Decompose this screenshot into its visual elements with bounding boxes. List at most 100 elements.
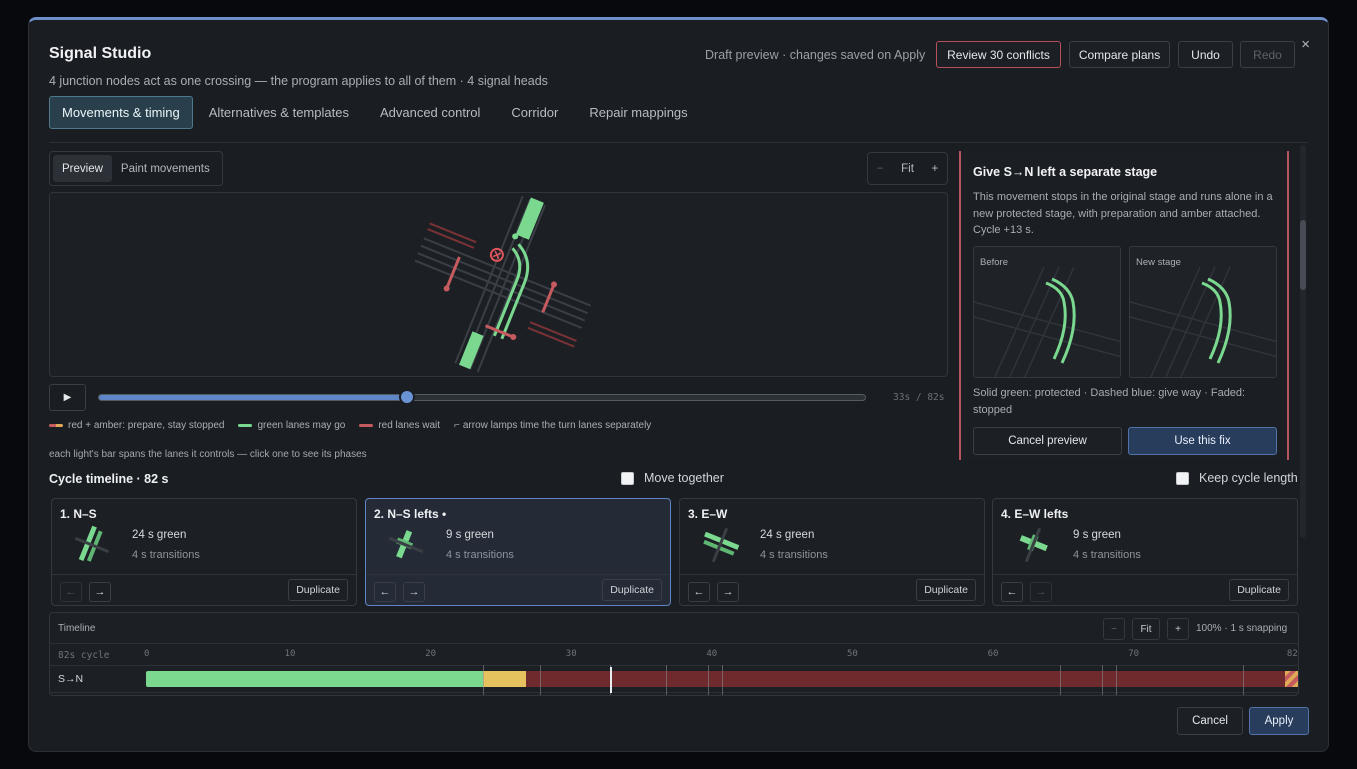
zoom-in-button[interactable]: + bbox=[931, 163, 938, 175]
paint-movements-button[interactable]: Paint movements bbox=[112, 155, 219, 182]
dialog-subtitle: 4 junction nodes act as one crossing — t… bbox=[49, 74, 548, 88]
tab-repair-mappings[interactable]: Repair mappings bbox=[574, 96, 702, 129]
tab-alternatives-templates[interactable]: Alternatives & templates bbox=[194, 96, 364, 129]
tab-bar: Movements & timing Alternatives & templa… bbox=[49, 96, 704, 129]
playback-time-readout: 33s / 82s bbox=[893, 392, 945, 403]
timeline-segment-red[interactable] bbox=[525, 671, 1285, 687]
before-label: Before bbox=[980, 257, 1008, 268]
signal-head-south[interactable] bbox=[459, 331, 484, 370]
canvas-hint: each light's bar spans the lanes it cont… bbox=[49, 449, 367, 460]
duplicate-button[interactable]: Duplicate bbox=[1229, 579, 1289, 601]
legend-item-red: red lanes wait bbox=[359, 420, 440, 431]
fix-legend-note: Solid green: protected · Dashed blue: gi… bbox=[973, 387, 1246, 416]
timeline-playhead[interactable] bbox=[609, 667, 612, 693]
divider bbox=[49, 142, 1308, 143]
move-right-button[interactable]: → bbox=[1030, 582, 1052, 602]
fix-title: Give S→N left a separate stage bbox=[973, 165, 1158, 179]
review-conflicts-button[interactable]: Review 30 conflicts bbox=[936, 41, 1061, 68]
timeline-tick-label: 20 bbox=[425, 649, 437, 659]
compare-plans-button[interactable]: Compare plans bbox=[1069, 41, 1170, 68]
zoom-out-button[interactable]: − bbox=[877, 163, 884, 175]
draft-status: Draft preview · changes saved on Apply bbox=[705, 48, 926, 62]
timeline-zoom-out-button[interactable]: − bbox=[1103, 618, 1125, 640]
use-this-fix-button[interactable]: Use this fix bbox=[1128, 427, 1277, 455]
timeline-panel: Timeline − Fit + 100% · 1 s snapping 82s… bbox=[49, 612, 1299, 696]
stage-card-3[interactable]: 3. E–W 24 s green 4 s transitions ← → Du… bbox=[679, 498, 985, 606]
stage-card-1[interactable]: 1. N–S 24 s green 4 s transitions ← → Du… bbox=[51, 498, 357, 606]
timeline-tick-label: 30 bbox=[565, 649, 577, 659]
timeline-segment-green[interactable] bbox=[146, 671, 484, 687]
stage-card-4[interactable]: 4. E–W lefts 9 s green 4 s transitions ←… bbox=[992, 498, 1298, 606]
close-icon[interactable]: × bbox=[1301, 36, 1310, 53]
redo-button[interactable]: Redo bbox=[1240, 41, 1295, 68]
legend-item-arrow-lamps: ⌐ arrow lamps time the turn lanes separat… bbox=[454, 420, 652, 431]
scrollbar-thumb[interactable] bbox=[1300, 220, 1306, 290]
stage-name: 3. E–W bbox=[688, 507, 728, 521]
undo-button[interactable]: Undo bbox=[1178, 41, 1233, 68]
timeline-marker bbox=[1242, 665, 1244, 695]
play-button[interactable]: ▶ bbox=[49, 384, 86, 411]
move-left-button[interactable]: ← bbox=[374, 582, 396, 602]
timeline-marker bbox=[539, 665, 541, 695]
timeline-marker bbox=[1059, 665, 1061, 695]
divider bbox=[50, 692, 1298, 693]
junction-diagram[interactable] bbox=[50, 193, 948, 377]
timeline-segment-amber[interactable] bbox=[483, 671, 526, 687]
stage-name: 4. E–W lefts bbox=[1001, 507, 1069, 521]
timeline-tick-label: 70 bbox=[1128, 649, 1140, 659]
cancel-button[interactable]: Cancel bbox=[1177, 707, 1243, 735]
tab-corridor[interactable]: Corridor bbox=[496, 96, 573, 129]
timeline-tick-label: 10 bbox=[284, 649, 296, 659]
timeline-zoom-in-button[interactable]: + bbox=[1167, 618, 1189, 640]
new-stage-thumbnail: New stage bbox=[1129, 246, 1277, 378]
move-together-checkbox[interactable]: Move together bbox=[621, 471, 724, 485]
checkbox-box[interactable] bbox=[1176, 471, 1189, 485]
move-left-button[interactable]: ← bbox=[1001, 582, 1023, 602]
timeline-tick-label: 50 bbox=[847, 649, 858, 659]
keep-cycle-length-checkbox[interactable]: Keep cycle length bbox=[1176, 471, 1298, 485]
tab-movements-timing[interactable]: Movements & timing bbox=[49, 96, 193, 129]
cycle-length-label: 82s cycle bbox=[58, 650, 110, 661]
duplicate-button[interactable]: Duplicate bbox=[602, 579, 662, 601]
stage-transitions: 4 s transitions bbox=[446, 549, 514, 561]
checkbox-box[interactable] bbox=[621, 471, 634, 485]
timeline-segment-red-amber[interactable] bbox=[1284, 671, 1298, 687]
stage-card-2[interactable]: 2. N–S lefts • 9 s green 4 s transitions… bbox=[365, 498, 671, 606]
duplicate-button[interactable]: Duplicate bbox=[288, 579, 348, 601]
timeline-label: Timeline bbox=[58, 623, 96, 634]
fix-preview-panel: Give S→N left a separate stage This move… bbox=[959, 151, 1289, 460]
divider bbox=[50, 643, 1298, 644]
stage-name: 2. N–S lefts • bbox=[374, 507, 447, 521]
divider bbox=[680, 574, 984, 575]
stage-transitions: 4 s transitions bbox=[132, 549, 200, 561]
divider bbox=[52, 574, 356, 575]
playback-slider[interactable] bbox=[98, 389, 866, 405]
panel-scrollbar[interactable] bbox=[1300, 145, 1306, 538]
move-right-button[interactable]: → bbox=[403, 582, 425, 602]
stage-thumbnail-icon bbox=[74, 525, 110, 562]
stage-thumbnail-icon bbox=[388, 530, 424, 559]
timeline-tick-label: 82 bbox=[1286, 649, 1298, 659]
timeline-marker bbox=[483, 665, 485, 695]
turn-arrow-icon: ⌐ bbox=[454, 420, 460, 431]
move-right-button[interactable]: → bbox=[717, 582, 739, 602]
apply-button[interactable]: Apply bbox=[1249, 707, 1309, 735]
duplicate-button[interactable]: Duplicate bbox=[916, 579, 976, 601]
tab-advanced-control[interactable]: Advanced control bbox=[365, 96, 495, 129]
move-right-button[interactable]: → bbox=[89, 582, 111, 602]
dialog-title: Signal Studio bbox=[49, 45, 152, 62]
stage-thumbnail-icon bbox=[703, 527, 740, 563]
timeline-tick-label: 60 bbox=[987, 649, 999, 659]
preview-mode-button[interactable]: Preview bbox=[53, 155, 112, 182]
signal-studio-dialog: Signal Studio 4 junction nodes act as on… bbox=[28, 17, 1329, 752]
slider-thumb[interactable] bbox=[399, 389, 416, 405]
move-left-button[interactable]: ← bbox=[60, 582, 82, 602]
legend-item-green: green lanes may go bbox=[238, 420, 345, 431]
stage-transitions: 4 s transitions bbox=[1073, 549, 1141, 561]
timeline-fit-button[interactable]: Fit bbox=[1132, 618, 1160, 640]
zoom-fit-button[interactable]: Fit bbox=[901, 163, 914, 175]
move-left-button[interactable]: ← bbox=[688, 582, 710, 602]
junction-canvas[interactable] bbox=[49, 192, 948, 377]
stage-green-time: 24 s green bbox=[132, 529, 187, 541]
cancel-preview-button[interactable]: Cancel preview bbox=[973, 427, 1122, 455]
